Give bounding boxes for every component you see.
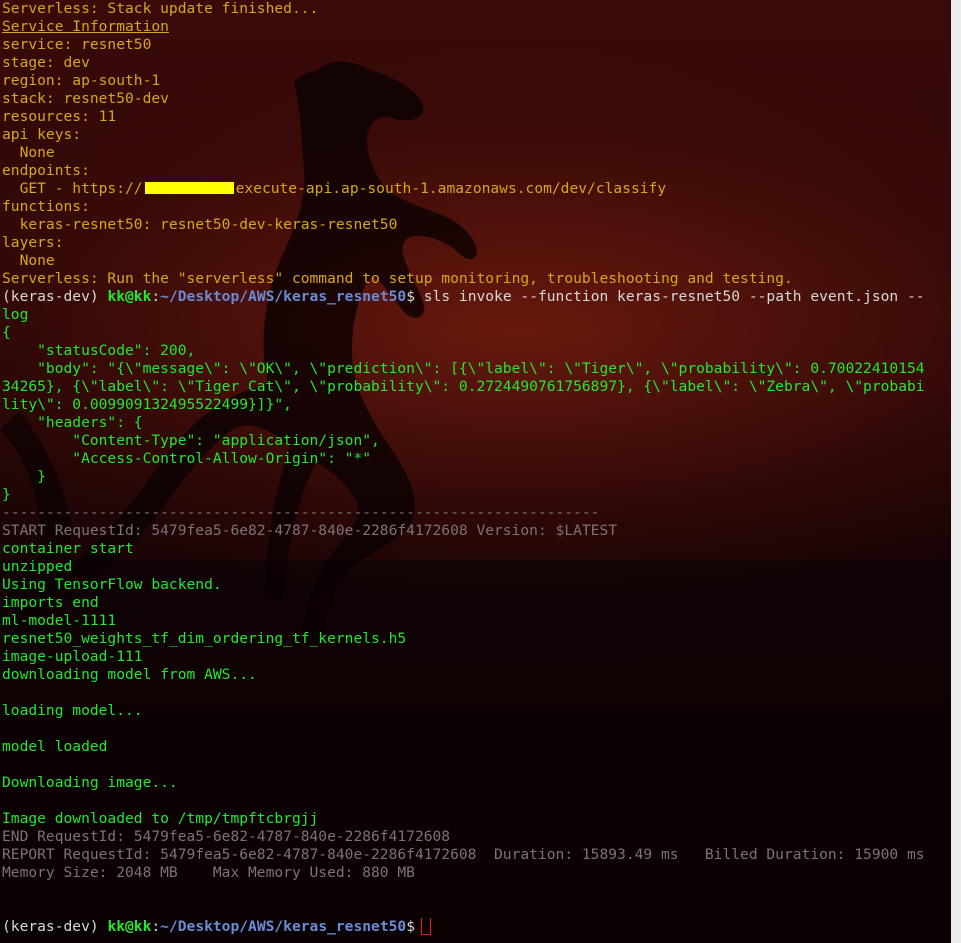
output-line: Image downloaded to /tmp/tmpftcbrgjj [2, 810, 319, 827]
output-line: endpoints: [2, 162, 90, 179]
output-line: region: ap-south-1 [2, 72, 161, 89]
shell-prompt-line: (keras-dev) kk@kk:~/Desktop/AWS/keras_re… [2, 918, 951, 936]
prompt-env: (keras-dev) [2, 918, 108, 935]
output-line: } [2, 486, 11, 503]
terminal-scrollbar[interactable] [951, 0, 961, 943]
output-line: REPORT RequestId: 5479fea5-6e82-4787-840… [2, 846, 925, 863]
output-line: "body": "{\"message\": \"OK\", \"predict… [2, 360, 925, 377]
output-line: START RequestId: 5479fea5-6e82-4787-840e… [2, 522, 618, 539]
output-line: api keys: [2, 126, 82, 143]
output-line: None [2, 252, 55, 269]
terminal-window[interactable]: Serverless: Stack update finished... Serv… [0, 0, 951, 943]
output-line: stage: dev [2, 54, 90, 71]
output-line: Service Information [2, 18, 169, 35]
output-line: lity\": 0.009909132495522499}]}", [2, 396, 292, 413]
output-line: None [2, 144, 55, 161]
output-line: layers: [2, 234, 64, 251]
output-line: "statusCode": 200, [2, 342, 196, 359]
terminal-output: Serverless: Stack update finished... Serv… [2, 0, 951, 936]
output-line: keras-resnet50: resnet50-dev-keras-resne… [2, 216, 398, 233]
output-line: functions: [2, 198, 90, 215]
prompt-command: $ sls invoke --function keras-resnet50 -… [406, 288, 925, 305]
output-line: downloading model from AWS... [2, 666, 257, 683]
output-line: "Content-Type": "application/json", [2, 432, 380, 449]
output-line: Serverless: Stack update finished... [2, 0, 319, 17]
output-line: log [2, 306, 29, 323]
output-line: image-upload-111 [2, 648, 143, 665]
output-line: Downloading image... [2, 774, 178, 791]
output-line: container start [2, 540, 134, 557]
output-line: ----------------------------------------… [2, 504, 600, 521]
output-line: ml-model-1111 [2, 612, 117, 629]
prompt-user: kk@kk [107, 288, 152, 305]
output-line: resources: 11 [2, 108, 117, 125]
endpoint-url: execute-api.ap-south-1.amazonaws.com/dev… [235, 180, 667, 197]
output-line: Memory Size: 2048 MB Max Memory Used: 88… [2, 864, 415, 881]
endpoint-line: GET - https:// execute-api.ap-south-1.ama… [2, 180, 951, 198]
output-line: "headers": { [2, 414, 143, 431]
redaction-box [144, 182, 234, 194]
output-line: unzipped [2, 558, 73, 575]
output-line: service: resnet50 [2, 36, 152, 53]
prompt-separator: : [151, 288, 161, 305]
output-line: resnet50_weights_tf_dim_ordering_tf_kern… [2, 630, 407, 647]
output-line: stack: resnet50-dev [2, 90, 169, 107]
output-line: Serverless: Run the "serverless" command… [2, 270, 793, 287]
prompt-separator: : [151, 918, 161, 935]
prompt-command: $ [406, 918, 415, 935]
prompt-user: kk@kk [107, 918, 152, 935]
prompt-path: ~/Desktop/AWS/keras_resnet50 [160, 918, 407, 935]
output-line: END RequestId: 5479fea5-6e82-4787-840e-2… [2, 828, 451, 845]
text-cursor[interactable] [420, 918, 431, 935]
output-line: { [2, 324, 11, 341]
output-line: Using TensorFlow backend. [2, 576, 222, 593]
output-line: model loaded [2, 738, 108, 755]
output-line: "Access-Control-Allow-Origin": "*" [2, 450, 372, 467]
output-line: loading model... [2, 702, 143, 719]
output-line: 34265}, {\"label\": \"Tiger Cat\", \"pro… [2, 378, 925, 395]
shell-prompt-line: (keras-dev) kk@kk:~/Desktop/AWS/keras_re… [2, 288, 951, 306]
prompt-env: (keras-dev) [2, 288, 108, 305]
endpoint-prefix: GET - https:// [2, 180, 143, 197]
prompt-path: ~/Desktop/AWS/keras_resnet50 [160, 288, 407, 305]
output-line: } [2, 468, 46, 485]
output-line: imports end [2, 594, 99, 611]
